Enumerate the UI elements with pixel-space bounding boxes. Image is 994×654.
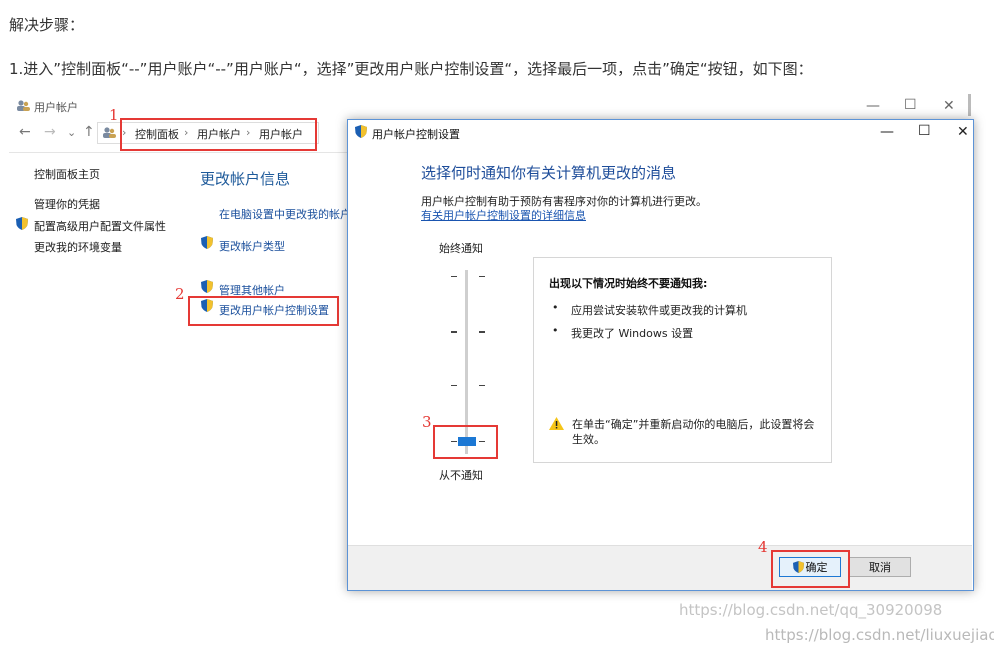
shield-icon <box>201 236 213 249</box>
watermark-1: https://blog.csdn.net/qq_30920098 <box>679 601 943 619</box>
annotation-number-4: 4 <box>758 538 768 556</box>
annotation-box-3 <box>433 425 498 459</box>
slider-top-label: 始终通知 <box>439 242 483 255</box>
slider-tick <box>479 331 485 333</box>
divider <box>9 152 349 153</box>
annotation-box-4 <box>771 550 850 588</box>
slider-tick <box>451 331 457 333</box>
recent-locations-button[interactable]: ⌄ <box>67 126 76 139</box>
watermark-2: https://blog.csdn.net/liuxuejiao_ <box>765 626 994 644</box>
sidebar-item-manage-credentials[interactable]: 管理你的凭据 <box>34 196 100 212</box>
dialog-minimize-button[interactable]: — <box>880 124 894 140</box>
shield-icon <box>355 125 367 138</box>
cancel-button[interactable]: 取消 <box>849 557 911 577</box>
shield-icon <box>16 217 28 230</box>
annotation-number-3: 3 <box>422 413 432 431</box>
sidebar-item-environment-variables[interactable]: 更改我的环境变量 <box>34 239 122 255</box>
annotation-number-2: 2 <box>175 285 185 303</box>
back-button[interactable]: ← <box>19 124 31 140</box>
users-icon <box>17 100 30 111</box>
warning-icon <box>549 417 564 430</box>
intro-heading: 解决步骤： <box>9 16 85 34</box>
sidebar-item-advanced-profile[interactable]: 配置高级用户配置文件属性 <box>34 218 166 234</box>
bg-minimize-button[interactable]: — <box>866 98 880 114</box>
uac-help-link[interactable]: 有关用户帐户控制设置的详细信息 <box>421 207 586 223</box>
slider-tick <box>451 276 457 277</box>
info-bullet: 我更改了 Windows 设置 <box>571 327 694 340</box>
link-change-account-pc-settings[interactable]: 在电脑设置中更改我的帐户信 <box>219 206 362 222</box>
bg-scrollbar[interactable] <box>968 94 971 116</box>
slider-tick <box>451 385 457 386</box>
dialog-heading: 选择何时通知你有关计算机更改的消息 <box>421 164 677 182</box>
bullet-icon: • <box>552 324 559 337</box>
sidebar-item-control-panel-home[interactable]: 控制面板主页 <box>34 166 100 182</box>
intro-instruction: 1.进入”控制面板“--”用户账户“--”用户账户“，选择”更改用户账户控制设置… <box>9 60 813 78</box>
slider-bottom-label: 从不通知 <box>439 469 483 482</box>
link-change-account-type[interactable]: 更改帐户类型 <box>219 238 285 254</box>
bullet-icon: • <box>552 301 559 314</box>
cancel-button-label: 取消 <box>869 561 891 574</box>
restart-warning: 在单击“确定”并重新启动你的电脑后，此设置将会生效。 <box>572 418 815 446</box>
dialog-maximize-button[interactable]: ☐ <box>918 123 931 139</box>
info-bullet: 应用尝试安装软件或更改我的计算机 <box>571 304 747 317</box>
bg-window-title: 用户帐户 <box>34 101 78 114</box>
users-icon <box>103 127 116 138</box>
slider-tick <box>479 385 485 386</box>
forward-button[interactable]: → <box>44 124 56 140</box>
annotation-number-1: 1 <box>109 106 119 124</box>
main-heading: 更改帐户信息 <box>200 170 291 188</box>
shield-icon <box>201 280 213 293</box>
setting-description-heading: 出现以下情况时始终不要通知我: <box>549 277 708 290</box>
dialog-title: 用户帐户控制设置 <box>372 128 460 141</box>
up-button[interactable]: ↑ <box>83 124 95 140</box>
slider-tick <box>479 276 485 277</box>
dialog-close-button[interactable]: ✕ <box>957 124 969 140</box>
annotation-box-1 <box>120 118 317 151</box>
bg-maximize-button[interactable]: ☐ <box>904 97 917 113</box>
bg-close-button[interactable]: ✕ <box>943 98 955 114</box>
annotation-box-2 <box>188 296 339 326</box>
